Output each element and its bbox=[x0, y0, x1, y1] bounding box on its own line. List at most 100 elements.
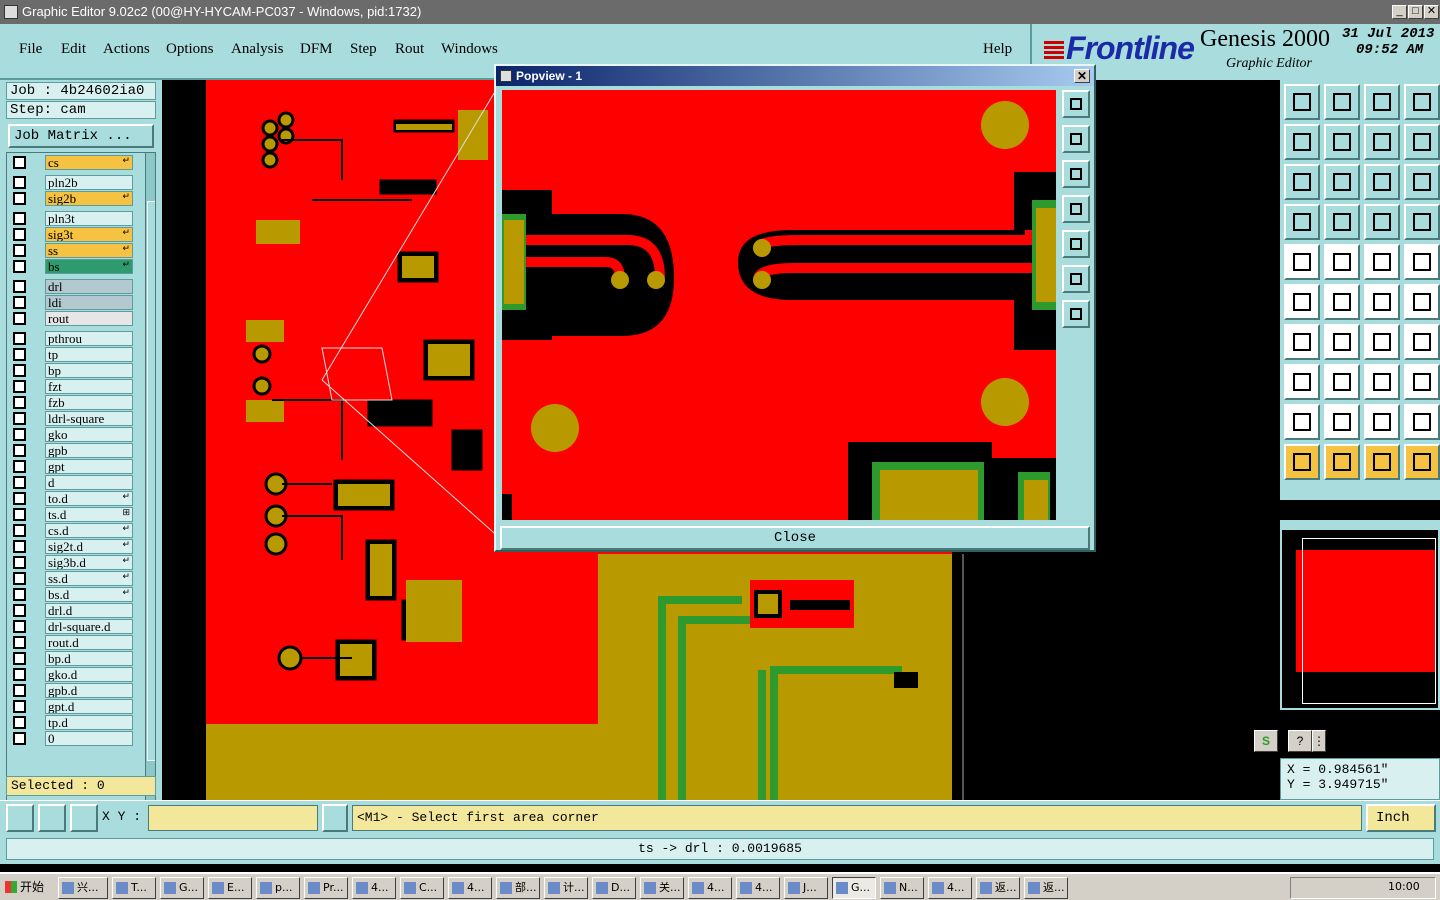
layer-name[interactable]: bs bbox=[45, 259, 133, 274]
zoom-ratio-icon[interactable] bbox=[1364, 164, 1400, 200]
scroll-thumb[interactable] bbox=[147, 201, 155, 761]
taskbar-item[interactable]: 关... bbox=[640, 877, 684, 899]
menu-step[interactable]: Step bbox=[350, 41, 377, 58]
layer-scrollbar[interactable] bbox=[145, 153, 155, 841]
layer-name[interactable]: tp bbox=[45, 347, 133, 362]
layer-name[interactable]: gko.d bbox=[45, 667, 133, 682]
layer-row[interactable]: ldi bbox=[9, 295, 133, 310]
layer-row[interactable]: pln3t bbox=[9, 211, 133, 226]
layer-checkbox[interactable] bbox=[13, 312, 26, 325]
layer-name[interactable]: cs.d bbox=[45, 523, 133, 538]
layer-row[interactable]: gpt.d bbox=[9, 699, 133, 714]
taskbar-item[interactable]: 返... bbox=[1024, 877, 1068, 899]
layer-checkbox[interactable] bbox=[13, 244, 26, 257]
layer-row[interactable]: d bbox=[9, 475, 133, 490]
layer-checkbox[interactable] bbox=[13, 588, 26, 601]
taskbar-item[interactable]: G... bbox=[832, 877, 876, 899]
layer-checkbox[interactable] bbox=[13, 604, 26, 617]
layer-checkbox[interactable] bbox=[13, 476, 26, 489]
taskbar-item[interactable]: G... bbox=[160, 877, 204, 899]
layer-name[interactable]: gpt bbox=[45, 459, 133, 474]
layer-checkbox[interactable] bbox=[13, 396, 26, 409]
taskbar-item[interactable]: 返... bbox=[976, 877, 1020, 899]
tools-icon[interactable] bbox=[1284, 204, 1320, 240]
popview-pan-down-icon[interactable] bbox=[1062, 160, 1090, 188]
resize-icon[interactable] bbox=[1364, 364, 1400, 400]
layer-row[interactable]: 0 bbox=[9, 731, 133, 746]
layer-checkbox[interactable] bbox=[13, 296, 26, 309]
layers-diff-icon[interactable] bbox=[1404, 204, 1440, 240]
menu-windows[interactable]: Windows bbox=[441, 41, 498, 58]
layer-row[interactable]: to.d ↵ bbox=[9, 491, 133, 506]
angle-icon[interactable] bbox=[1324, 404, 1360, 440]
edit-pointer-icon[interactable] bbox=[1364, 444, 1400, 480]
layer-name[interactable]: ldrl-square bbox=[45, 411, 133, 426]
layer-row[interactable]: rout.d bbox=[9, 635, 133, 650]
layer-row[interactable]: gko bbox=[9, 427, 133, 442]
layer-checkbox[interactable] bbox=[13, 444, 26, 457]
job-matrix-button[interactable]: Job Matrix ... bbox=[8, 124, 154, 148]
arc-icon[interactable] bbox=[1364, 324, 1400, 360]
layer-row[interactable]: bp.d bbox=[9, 651, 133, 666]
layer-checkbox[interactable] bbox=[13, 732, 26, 745]
layer-name[interactable]: drl bbox=[45, 279, 133, 294]
layer-row[interactable]: bs.d ↵ bbox=[9, 587, 133, 602]
popview-close-button[interactable]: Close bbox=[500, 526, 1090, 550]
taskbar-item[interactable]: p... bbox=[256, 877, 300, 899]
menu-analysis[interactable]: Analysis bbox=[231, 41, 284, 58]
menu-actions[interactable]: Actions bbox=[103, 41, 150, 58]
layer-row[interactable]: drl-square.d bbox=[9, 619, 133, 634]
layer-checkbox[interactable] bbox=[13, 260, 26, 273]
taskbar-item[interactable]: 计... bbox=[544, 877, 588, 899]
line-icon[interactable] bbox=[1284, 324, 1320, 360]
layer-row[interactable]: gpb bbox=[9, 443, 133, 458]
menu-help[interactable]: Help bbox=[983, 41, 1012, 58]
taskbar-item[interactable]: 部... bbox=[496, 877, 540, 899]
layer-name[interactable]: cs bbox=[45, 155, 133, 170]
info-icon[interactable] bbox=[322, 804, 348, 832]
zoom-home-icon[interactable] bbox=[1284, 84, 1320, 120]
query-icon[interactable] bbox=[1404, 164, 1440, 200]
popview-zoom-out-icon[interactable] bbox=[1062, 300, 1090, 328]
grid-toggle-icon[interactable] bbox=[1324, 204, 1360, 240]
layer-name[interactable]: bs.d bbox=[45, 587, 133, 602]
layer-row[interactable]: rout bbox=[9, 311, 133, 326]
layer-row[interactable]: drl bbox=[9, 279, 133, 294]
layer-name[interactable]: pln3t bbox=[45, 211, 133, 226]
pan-right-icon[interactable] bbox=[1324, 124, 1360, 160]
zoom-center-icon[interactable] bbox=[1324, 164, 1360, 200]
layer-checkbox[interactable] bbox=[13, 540, 26, 553]
snap-icon[interactable]: S bbox=[1254, 730, 1278, 752]
layer-name[interactable]: ss bbox=[45, 243, 133, 258]
layer-checkbox[interactable] bbox=[13, 524, 26, 537]
layer-row[interactable]: ss.d ↵ bbox=[9, 571, 133, 586]
layer-checkbox[interactable] bbox=[13, 620, 26, 633]
layer-name[interactable]: bp bbox=[45, 363, 133, 378]
layer-row[interactable]: bs ↵ bbox=[9, 259, 133, 274]
move-point-icon[interactable] bbox=[1364, 284, 1400, 320]
layer-name[interactable]: rout bbox=[45, 311, 133, 326]
zoom-window-icon[interactable] bbox=[1404, 84, 1440, 120]
taskbar-item[interactable]: C... bbox=[400, 877, 444, 899]
layer-name[interactable]: 0 bbox=[45, 731, 133, 746]
cross-icon[interactable] bbox=[1324, 284, 1360, 320]
layer-checkbox[interactable] bbox=[13, 428, 26, 441]
layer-row[interactable]: fzb bbox=[9, 395, 133, 410]
slash-icon[interactable] bbox=[1324, 324, 1360, 360]
layer-checkbox[interactable] bbox=[13, 684, 26, 697]
ruler-icon[interactable] bbox=[1364, 244, 1400, 280]
move-node-icon[interactable] bbox=[1404, 284, 1440, 320]
layer-name[interactable]: sig2b bbox=[45, 191, 133, 206]
layer-checkbox[interactable] bbox=[13, 176, 26, 189]
popview-zoom-fit-icon[interactable] bbox=[1062, 90, 1090, 118]
layer-checkbox[interactable] bbox=[13, 348, 26, 361]
layer-name[interactable]: fzt bbox=[45, 379, 133, 394]
taskbar-item[interactable]: 4... bbox=[928, 877, 972, 899]
layer-row[interactable]: cs.d ↵ bbox=[9, 523, 133, 538]
pad-select-icon[interactable] bbox=[1284, 244, 1320, 280]
layer-checkbox[interactable] bbox=[13, 228, 26, 241]
layer-checkbox[interactable] bbox=[13, 380, 26, 393]
menu-rout[interactable]: Rout bbox=[395, 41, 424, 58]
layer-name[interactable]: gpt.d bbox=[45, 699, 133, 714]
layer-name[interactable]: gko bbox=[45, 427, 133, 442]
